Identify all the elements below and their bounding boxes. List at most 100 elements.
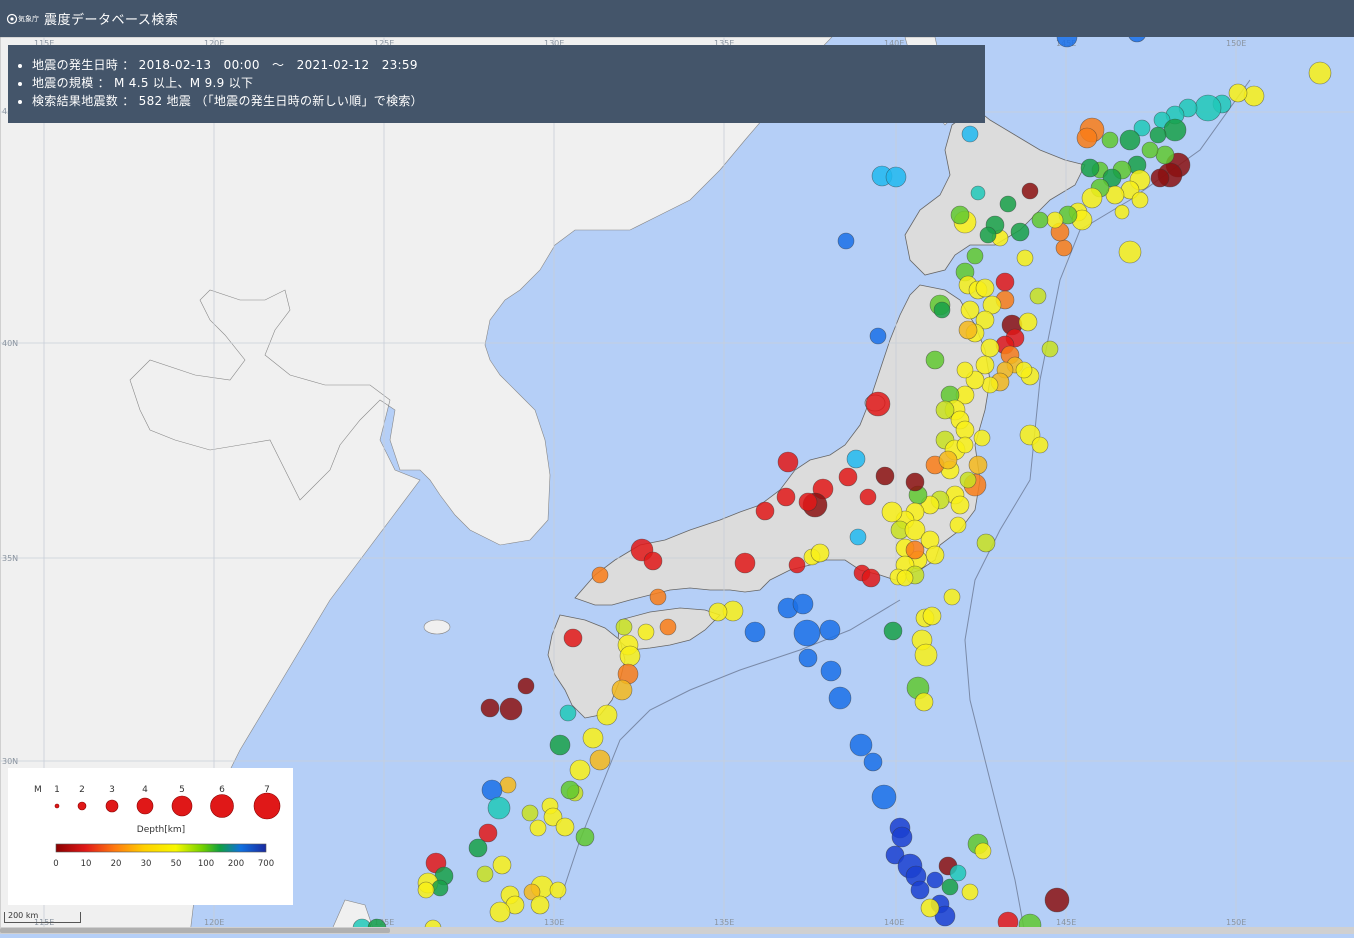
epicenter-marker[interactable] (643, 551, 663, 571)
epicenter-marker[interactable] (1141, 141, 1159, 159)
epicenter-marker[interactable] (1076, 127, 1098, 149)
epicenter-marker[interactable] (1131, 191, 1149, 209)
epicenter-marker[interactable] (1016, 249, 1034, 267)
epicenter-marker[interactable] (575, 827, 595, 847)
epicenter-marker[interactable] (973, 429, 991, 447)
epicenter-marker[interactable] (591, 566, 609, 584)
epicenter-marker[interactable] (846, 449, 866, 469)
epicenter-marker[interactable] (1041, 340, 1059, 358)
epicenter-marker[interactable] (1021, 182, 1039, 200)
epicenter-marker[interactable] (1228, 83, 1248, 103)
epicenter-marker[interactable] (959, 471, 977, 489)
epicenter-marker[interactable] (1243, 85, 1265, 107)
epicenter-marker[interactable] (530, 895, 550, 915)
epicenter-marker[interactable] (968, 455, 988, 475)
epicenter-marker[interactable] (896, 569, 914, 587)
epicenter-marker[interactable] (521, 804, 539, 822)
epicenter-marker[interactable] (970, 185, 986, 201)
epicenter-marker[interactable] (1029, 287, 1047, 305)
epicenter-marker[interactable] (920, 898, 940, 918)
scrollbar-thumb[interactable] (0, 928, 390, 933)
epicenter-marker[interactable] (1080, 158, 1100, 178)
epicenter-marker[interactable] (885, 166, 907, 188)
epicenter-marker[interactable] (555, 817, 575, 837)
epicenter-marker[interactable] (476, 865, 494, 883)
epicenter-marker[interactable] (480, 698, 500, 718)
epicenter-marker[interactable] (1194, 94, 1222, 122)
epicenter-marker[interactable] (499, 697, 523, 721)
epicenter-marker[interactable] (925, 350, 945, 370)
epicenter-marker[interactable] (1149, 126, 1167, 144)
epicenter-marker[interactable] (560, 780, 580, 800)
epicenter-marker[interactable] (943, 588, 961, 606)
epicenter-marker[interactable] (619, 645, 641, 667)
epicenter-marker[interactable] (891, 826, 913, 848)
epicenter-marker[interactable] (926, 871, 944, 889)
epicenter-marker[interactable] (468, 838, 488, 858)
epicenter-marker[interactable] (869, 327, 887, 345)
epicenter-marker[interactable] (925, 545, 945, 565)
epicenter-marker[interactable] (582, 727, 604, 749)
epicenter-marker[interactable] (798, 648, 818, 668)
epicenter-marker[interactable] (792, 593, 814, 615)
epicenter-marker[interactable] (489, 901, 511, 923)
epicenter-marker[interactable] (1308, 61, 1332, 85)
epicenter-marker[interactable] (938, 450, 958, 470)
epicenter-marker[interactable] (744, 621, 766, 643)
epicenter-marker[interactable] (549, 734, 571, 756)
epicenter-marker[interactable] (838, 467, 858, 487)
epicenter-marker[interactable] (966, 247, 984, 265)
epicenter-marker[interactable] (1046, 211, 1064, 229)
epicenter-marker[interactable] (941, 878, 959, 896)
epicenter-marker[interactable] (1055, 239, 1073, 257)
epicenter-marker[interactable] (837, 232, 855, 250)
epicenter-marker[interactable] (417, 881, 435, 899)
epicenter-marker[interactable] (960, 300, 980, 320)
epicenter-marker[interactable] (875, 466, 895, 486)
epicenter-marker[interactable] (529, 819, 547, 837)
epicenter-marker[interactable] (517, 677, 535, 695)
epicenter-marker[interactable] (865, 391, 891, 417)
epicenter-marker[interactable] (734, 552, 756, 574)
epicenter-marker[interactable] (859, 488, 877, 506)
epicenter-marker[interactable] (615, 618, 633, 636)
epicenter-marker[interactable] (819, 619, 841, 641)
epicenter-marker[interactable] (549, 881, 567, 899)
epicenter-marker[interactable] (995, 272, 1015, 292)
epicenter-marker[interactable] (487, 796, 511, 820)
epicenter-marker[interactable] (755, 501, 775, 521)
epicenter-marker[interactable] (611, 679, 633, 701)
epicenter-marker[interactable] (1031, 436, 1049, 454)
epicenter-marker[interactable] (1150, 168, 1170, 188)
epicenter-marker[interactable] (922, 606, 942, 626)
epicenter-marker[interactable] (961, 125, 979, 143)
epicenter-marker[interactable] (914, 692, 934, 712)
epicenter-marker[interactable] (883, 621, 903, 641)
epicenter-marker[interactable] (980, 338, 1000, 358)
epicenter-marker[interactable] (958, 320, 978, 340)
epicenter-marker[interactable] (793, 619, 821, 647)
epicenter-marker[interactable] (1044, 887, 1070, 913)
epicenter-marker[interactable] (950, 495, 970, 515)
epicenter-marker[interactable] (976, 533, 996, 553)
epicenter-marker[interactable] (949, 516, 967, 534)
epicenter-marker[interactable] (589, 749, 611, 771)
epicenter-marker[interactable] (871, 784, 897, 810)
epicenter-marker[interactable] (492, 855, 512, 875)
epicenter-marker[interactable] (950, 205, 970, 225)
epicenter-marker[interactable] (1018, 312, 1038, 332)
epicenter-marker[interactable] (1118, 240, 1142, 264)
epicenter-marker[interactable] (649, 588, 667, 606)
epicenter-marker[interactable] (933, 301, 951, 319)
epicenter-marker[interactable] (956, 436, 974, 454)
epicenter-marker[interactable] (910, 880, 930, 900)
epicenter-marker[interactable] (974, 842, 992, 860)
epicenter-marker[interactable] (979, 226, 997, 244)
epicenter-marker[interactable] (569, 759, 591, 781)
epicenter-marker[interactable] (881, 501, 903, 523)
epicenter-marker[interactable] (798, 492, 818, 512)
epicenter-marker[interactable] (863, 752, 883, 772)
epicenter-marker[interactable] (1015, 361, 1033, 379)
horizontal-scrollbar[interactable] (0, 927, 1354, 934)
epicenter-marker[interactable] (1010, 222, 1030, 242)
